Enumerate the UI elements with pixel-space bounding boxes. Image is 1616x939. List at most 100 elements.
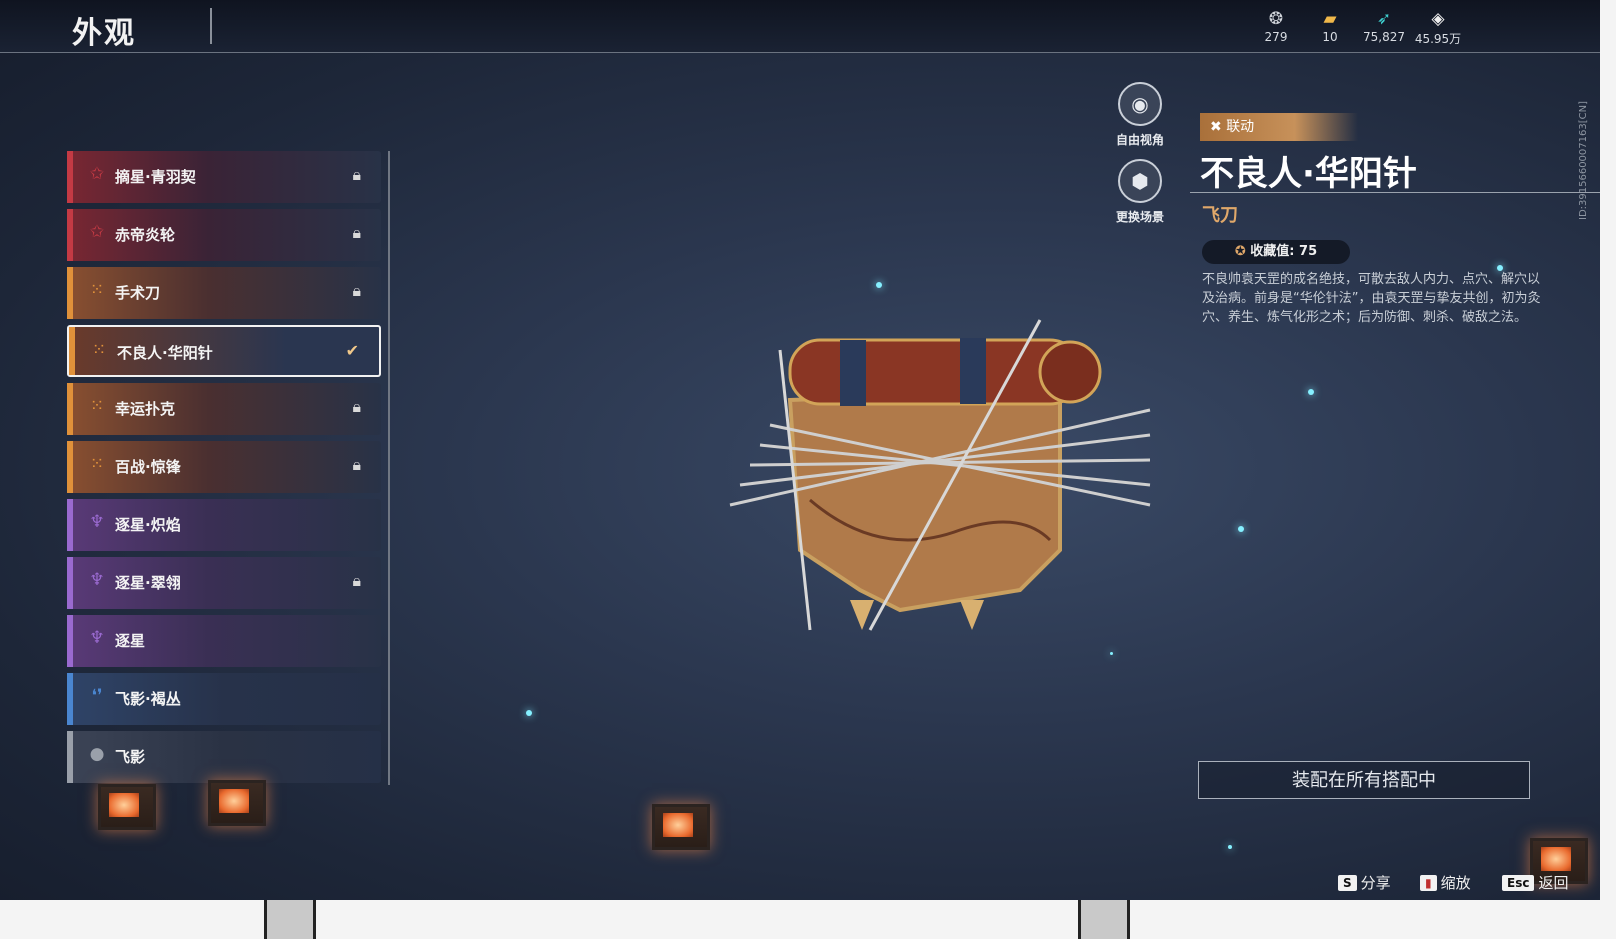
rarity-icon: ⁙: [89, 280, 105, 300]
skin-item[interactable]: ✩ 摘星·青羽契 🔒︎: [67, 151, 381, 203]
lock-icon: 🔒︎: [352, 397, 361, 416]
skin-item[interactable]: ● 飞影: [67, 731, 381, 783]
lock-icon: 🔒︎: [352, 571, 361, 590]
zoom-hotkey[interactable]: ▮ 缩放: [1420, 872, 1471, 893]
skin-item-label: 摘星·青羽契: [115, 168, 196, 186]
check-icon: ✔: [345, 341, 359, 360]
rarity-icon: ⁙: [91, 340, 107, 360]
game-screen: 外观 ❂ 279 ▰ 10 ➶ 75,827 ◈ 45.95万 ID:391566000…: [0, 0, 1600, 900]
lock-icon: 🔒︎: [352, 223, 361, 242]
equip-all-button[interactable]: 装配在所有搭配中: [1198, 761, 1530, 799]
collection-icon: ✪: [1234, 244, 1251, 259]
rarity-bar: [67, 731, 73, 783]
hotkey-label: 返回: [1538, 874, 1569, 892]
chest-icon: ▰: [1323, 9, 1337, 29]
skin-item-label: 手术刀: [115, 284, 161, 302]
mask-icon: ❂: [1268, 9, 1284, 29]
skin-item[interactable]: ❛❜ 飞影·褐丛: [67, 673, 381, 725]
particle: [1228, 845, 1232, 849]
lock-icon: 🔒︎: [352, 165, 361, 184]
title-divider: [210, 8, 212, 44]
skin-item-label: 飞影·褐丛: [115, 690, 181, 708]
particle: [1238, 526, 1244, 532]
currency-diamond: ◈ 45.95万: [1408, 8, 1468, 47]
collection-value: ✪ 收藏值: 75: [1202, 240, 1350, 264]
collab-badge: ✖ 联动: [1200, 113, 1358, 141]
rarity-icon: ❛❜: [91, 686, 103, 706]
skin-item[interactable]: ⁙ 不良人·华阳针 ✔: [67, 325, 381, 377]
item-type: 飞刀: [1202, 205, 1238, 226]
rarity-bar: [67, 441, 73, 493]
lantern-decoration: [98, 784, 156, 830]
rarity-icon: ●: [89, 744, 105, 764]
skin-item[interactable]: ✩ 赤帝炎轮 🔒︎: [67, 209, 381, 261]
collection-text: 收藏值: 75: [1250, 244, 1318, 259]
rarity-bar: [67, 557, 73, 609]
free-view-label: 自由视角: [1115, 133, 1164, 147]
skin-item-label: 逐星: [115, 632, 146, 650]
skin-item-label: 逐星·炽焰: [115, 516, 181, 534]
skin-item[interactable]: ♆ 逐星: [67, 615, 381, 667]
currency-feather: ➶ 75,827: [1354, 8, 1414, 44]
skin-item-label: 赤帝炎轮: [115, 226, 176, 244]
rarity-icon: ♆: [89, 628, 105, 648]
page-title: 外观: [72, 16, 136, 51]
key-s: S: [1338, 875, 1357, 891]
window-stand: [1078, 900, 1130, 939]
top-bar: 外观 ❂ 279 ▰ 10 ➶ 75,827 ◈ 45.95万: [0, 0, 1600, 53]
item-name: 不良人·华阳针: [1200, 154, 1417, 194]
feather-icon: ➶: [1376, 9, 1392, 29]
currency-mask: ❂ 279: [1246, 8, 1306, 44]
rarity-bar: [67, 209, 73, 261]
skin-list[interactable]: ✩ 摘星·青羽契 🔒︎ ✩ 赤帝炎轮 🔒︎ ⁙ 手术刀 🔒︎ ⁙ 不良人·华阳针 ✔ ⁙ 幸运扑克 🔒︎ ⁙ 百…: [67, 151, 385, 790]
particle: [1308, 389, 1314, 395]
rarity-bar: [67, 615, 73, 667]
skin-item[interactable]: ⁙ 手术刀 🔒︎: [67, 267, 381, 319]
particle: [526, 710, 532, 716]
rarity-icon: ♆: [89, 570, 105, 590]
needle-roll-model: [729, 319, 1151, 631]
skin-item[interactable]: ⁙ 百战·惊锋 🔒︎: [67, 441, 381, 493]
rarity-bar: [67, 151, 73, 203]
camera-icon[interactable]: ◉: [1118, 82, 1162, 126]
lantern-decoration: [208, 780, 266, 826]
rarity-icon: ♆: [89, 512, 105, 532]
particle: [876, 282, 882, 288]
scene-icon[interactable]: ⬢: [1118, 159, 1162, 203]
change-scene-label: 更换场景: [1115, 210, 1164, 224]
crossed-swords-icon: ✖: [1210, 119, 1227, 135]
skin-item-label: 逐星·翠翎: [115, 574, 181, 592]
rarity-icon: ✩: [89, 222, 105, 242]
skin-item[interactable]: ♆ 逐星·翠翎 🔒︎: [67, 557, 381, 609]
item-preview[interactable]: [720, 300, 1180, 680]
skin-item-label: 幸运扑克: [115, 400, 176, 418]
currency-value: 75,827: [1363, 30, 1405, 44]
currency-value: 45.95万: [1414, 32, 1462, 46]
account-id: ID:3915660007163[CN]: [1578, 101, 1589, 220]
rarity-bar: [67, 267, 73, 319]
back-hotkey[interactable]: Esc 返回: [1502, 872, 1568, 893]
hotkey-label: 分享: [1360, 874, 1391, 892]
lock-icon: 🔒︎: [352, 281, 361, 300]
diamond-icon: ◈: [1431, 9, 1445, 29]
rarity-bar: [67, 499, 73, 551]
skin-item[interactable]: ♆ 逐星·炽焰: [67, 499, 381, 551]
skin-item[interactable]: ⁙ 幸运扑克 🔒︎: [67, 383, 381, 435]
rarity-bar: [67, 383, 73, 435]
share-hotkey[interactable]: S 分享: [1338, 872, 1391, 893]
item-description: 不良帅袁天罡的成名绝技，可散去敌人内力、点穴、解穴以及治病。前身是“华伦针法”，…: [1202, 272, 1541, 325]
currency-chest: ▰ 10: [1300, 8, 1360, 44]
lantern-decoration: [652, 804, 710, 850]
badge-label: 联动: [1226, 119, 1255, 135]
key-esc: Esc: [1502, 875, 1535, 891]
list-scrollbar[interactable]: [388, 151, 390, 785]
skin-item-label: 百战·惊锋: [115, 458, 181, 476]
rarity-icon: ⁙: [89, 454, 105, 474]
lock-icon: 🔒︎: [352, 455, 361, 474]
particle: [1110, 652, 1113, 655]
mouse-icon: ▮: [1420, 875, 1437, 891]
rarity-bar: [69, 327, 75, 375]
rarity-icon: ⁙: [89, 396, 105, 416]
title-underline: [1190, 192, 1600, 193]
skin-item-label: 飞影: [115, 748, 146, 766]
